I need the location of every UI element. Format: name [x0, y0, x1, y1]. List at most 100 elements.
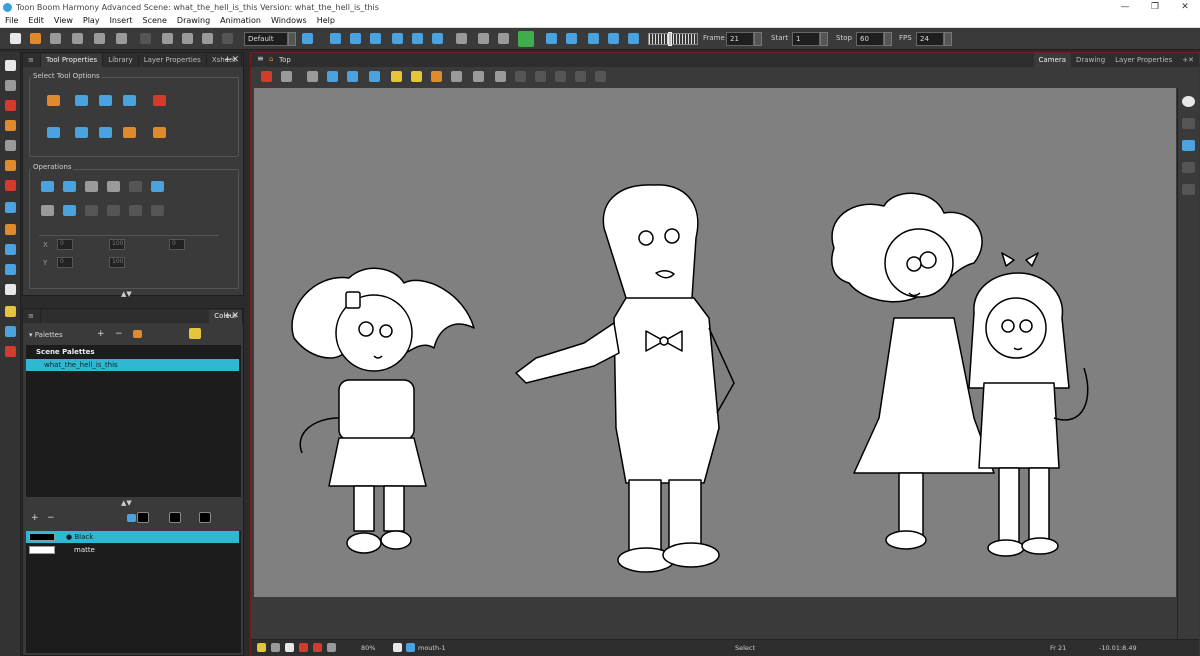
- cut-icon[interactable]: [162, 33, 173, 44]
- layer-down-icon[interactable]: [1182, 184, 1195, 195]
- node-icon[interactable]: [595, 71, 606, 82]
- preview-icon[interactable]: [327, 643, 336, 652]
- frame-field[interactable]: 21: [726, 32, 754, 46]
- zoom-level[interactable]: 80%: [361, 644, 375, 652]
- redo-icon[interactable]: [140, 33, 151, 44]
- menu-help[interactable]: Help: [317, 16, 335, 25]
- pencil-tool-icon[interactable]: [5, 120, 16, 131]
- flip-horizontal-icon[interactable]: [41, 181, 54, 192]
- menu-drawing[interactable]: Drawing: [177, 16, 210, 25]
- transform-tool-icon[interactable]: [5, 306, 16, 317]
- show-extra-handles-icon[interactable]: [123, 127, 136, 138]
- menu-edit[interactable]: Edit: [28, 16, 44, 25]
- x-position-field[interactable]: 0: [57, 239, 73, 250]
- copy-icon[interactable]: [182, 33, 193, 44]
- scale-icon[interactable]: [370, 33, 381, 44]
- menu-view[interactable]: View: [54, 16, 73, 25]
- line-tool-icon[interactable]: [5, 202, 16, 213]
- stop-field[interactable]: 60: [856, 32, 884, 46]
- tab-view-layer-properties[interactable]: Layer Properties: [1110, 53, 1177, 67]
- play-selection-icon[interactable]: [566, 33, 577, 44]
- delete-icon[interactable]: [222, 33, 233, 44]
- smooth-icon[interactable]: [129, 181, 142, 192]
- cutter-tool-icon[interactable]: [5, 326, 16, 337]
- light-table-icon[interactable]: [411, 71, 422, 82]
- camera-view-icon[interactable]: [1182, 96, 1195, 107]
- tab-library[interactable]: Library: [103, 54, 139, 67]
- rotate-90-ccw-icon[interactable]: [85, 181, 98, 192]
- apply-to-all-icon[interactable]: [123, 95, 136, 106]
- close-button[interactable]: ✕: [1170, 0, 1200, 14]
- import-icon[interactable]: [94, 33, 105, 44]
- palette-item[interactable]: what_the_hell_is_this: [26, 359, 239, 371]
- rotate-view-icon[interactable]: [350, 33, 361, 44]
- save-as-icon[interactable]: [72, 33, 83, 44]
- workspace-select[interactable]: Default: [244, 32, 288, 46]
- disc-icon[interactable]: [535, 71, 546, 82]
- stop-stepper[interactable]: [884, 32, 892, 46]
- dropper-tool-icon[interactable]: [5, 224, 16, 235]
- new-scene-icon[interactable]: [10, 33, 21, 44]
- flip-vertical-icon[interactable]: [63, 181, 76, 192]
- menu-play[interactable]: Play: [83, 16, 100, 25]
- tab-drawing[interactable]: Drawing: [1071, 53, 1110, 67]
- contour-editor-icon[interactable]: [5, 80, 16, 91]
- palette-folder-icon[interactable]: [133, 330, 142, 338]
- active-layer-icon[interactable]: [1182, 140, 1195, 151]
- record-icon[interactable]: [299, 643, 308, 652]
- remove-colour-icon[interactable]: −: [47, 513, 55, 523]
- line-colour-icon[interactable]: [137, 512, 149, 523]
- sphere-icon[interactable]: [495, 71, 506, 82]
- ruler-icon[interactable]: [451, 71, 462, 82]
- drawing-canvas[interactable]: [254, 88, 1176, 597]
- lock-icon[interactable]: [391, 71, 402, 82]
- select-strokes-icon[interactable]: [153, 95, 166, 106]
- fps-stepper[interactable]: [944, 32, 952, 46]
- palette-lock-icon[interactable]: [189, 328, 201, 339]
- view-add-close-icon[interactable]: +✕: [1177, 53, 1199, 67]
- animate-mode-icon[interactable]: [432, 33, 443, 44]
- frame-stepper[interactable]: [754, 32, 762, 46]
- swatch-row-black[interactable]: ● Black: [26, 531, 239, 543]
- gear-icon[interactable]: [393, 643, 402, 652]
- pivot-icon[interactable]: [330, 33, 341, 44]
- layer-stack-icon[interactable]: [1182, 118, 1195, 129]
- text-tool-icon[interactable]: [5, 140, 16, 151]
- playback-speed-thumb[interactable]: [668, 32, 672, 46]
- convert-to-brush-icon[interactable]: [41, 205, 54, 216]
- peg-icon[interactable]: [498, 33, 509, 44]
- animate-toggle-icon[interactable]: [518, 31, 534, 47]
- fill-colour-icon[interactable]: [169, 512, 181, 523]
- loop-icon[interactable]: [588, 33, 599, 44]
- add-colour-icon[interactable]: +: [31, 513, 39, 523]
- fps-field[interactable]: 24: [916, 32, 944, 46]
- view-tool-icon[interactable]: [261, 71, 272, 82]
- tab-tool-properties[interactable]: Tool Properties: [41, 54, 104, 67]
- rotate-90-cw-icon[interactable]: [107, 181, 120, 192]
- menu-windows[interactable]: Windows: [271, 16, 307, 25]
- cut-icon[interactable]: [129, 205, 142, 216]
- panel-collapse-icon[interactable]: ▲▼: [121, 290, 132, 298]
- tab-camera[interactable]: Camera: [1033, 53, 1072, 67]
- colour-collapse-icon[interactable]: ▲▼: [121, 499, 132, 507]
- permanent-selection-icon[interactable]: [99, 95, 112, 106]
- layer-up-icon[interactable]: [1182, 162, 1195, 173]
- select-thickness-icon[interactable]: [153, 127, 166, 138]
- kinematic-icon[interactable]: [478, 33, 489, 44]
- reposition-icon[interactable]: [107, 205, 120, 216]
- select-by-colour-icon[interactable]: [75, 95, 88, 106]
- brush-tool-icon[interactable]: [5, 100, 16, 111]
- snap-to-contour-icon[interactable]: [47, 127, 60, 138]
- remove-palette-icon[interactable]: −: [115, 329, 123, 339]
- lasso-icon[interactable]: [47, 95, 60, 106]
- select-tool-icon[interactable]: [5, 60, 16, 71]
- flatten-icon[interactable]: [85, 205, 98, 216]
- cylinder-icon[interactable]: [515, 71, 526, 82]
- height-field[interactable]: 100: [109, 257, 125, 268]
- paint-colour-icon[interactable]: [199, 512, 211, 523]
- distribute-icon[interactable]: [151, 181, 164, 192]
- skew-icon[interactable]: [392, 33, 403, 44]
- transform-icon[interactable]: [412, 33, 423, 44]
- stamp-tool-icon[interactable]: [5, 346, 16, 357]
- panel-add-close-icon[interactable]: +✕: [224, 55, 239, 65]
